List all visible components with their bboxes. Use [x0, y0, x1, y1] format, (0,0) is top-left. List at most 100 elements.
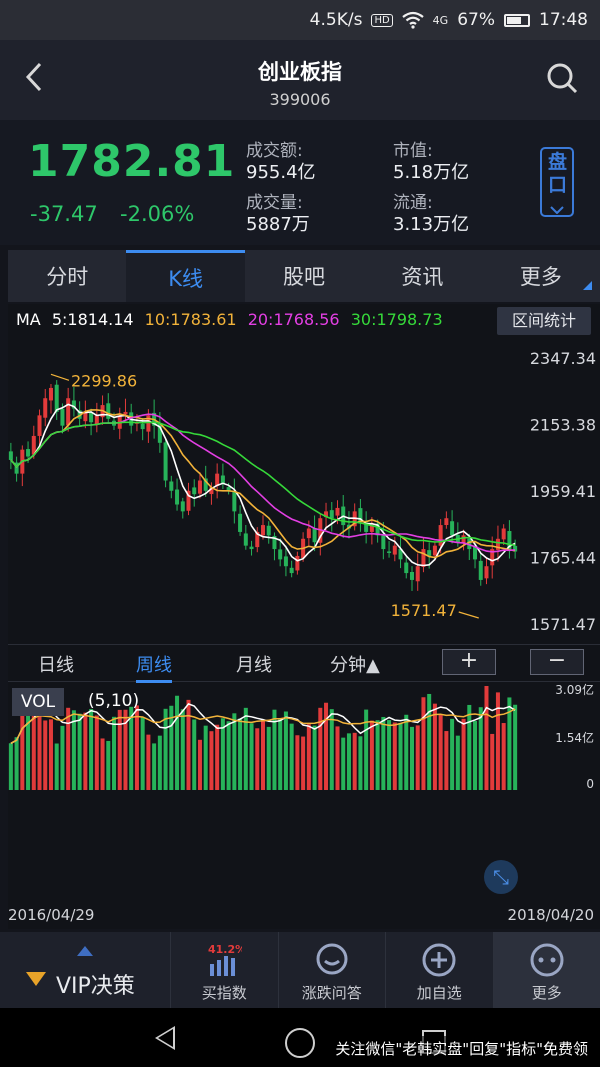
- ma-legend: MA 5:1814.14 10:1783.61 20:1768.56 30:17…: [16, 310, 449, 329]
- volume-bar: [175, 695, 180, 790]
- volume-bar: [112, 716, 117, 790]
- volume-bar: [450, 718, 455, 790]
- zoom-out-button[interactable]: −: [530, 649, 584, 675]
- qa-button[interactable]: 涨跌问答: [277, 932, 386, 1008]
- add-watchlist-button[interactable]: 加自选: [385, 932, 493, 1008]
- candle-body: [450, 521, 455, 536]
- diamond-icon: [26, 972, 46, 986]
- volume-bar: [203, 725, 208, 790]
- volume-bar: [14, 737, 19, 790]
- volume-bar: [157, 735, 162, 790]
- chevron-down-icon: [550, 206, 564, 215]
- volume-bar: [94, 715, 99, 790]
- ma10-value: 10:1783.61: [144, 310, 237, 329]
- more-label: 更多: [531, 984, 562, 1002]
- volume-bar: [398, 723, 403, 790]
- tab-more[interactable]: 更多: [482, 250, 600, 302]
- volume-bar: [501, 723, 506, 790]
- search-icon[interactable]: [546, 62, 578, 94]
- volume-bar: [48, 719, 53, 790]
- kline-chart[interactable]: 2347.34 2153.38 1959.41 1765.44 1571.47 2299.…: [8, 338, 600, 638]
- buy-index-label: 买指数: [201, 984, 247, 1002]
- tab-bar: 分时 K线 股吧 资讯 更多: [8, 250, 600, 302]
- candle-body: [278, 549, 283, 560]
- volume-bar: [375, 720, 380, 790]
- more-button[interactable]: 更多: [492, 932, 600, 1008]
- period-week-tab[interactable]: 周线: [136, 651, 172, 683]
- range-stats-button[interactable]: 区间统计: [497, 307, 591, 335]
- candle-body: [415, 566, 420, 582]
- period-day-tab[interactable]: 日线: [38, 651, 74, 677]
- status-bar: 4.5K/s HD 4G 67% 17:48: [0, 0, 600, 40]
- candle-body: [381, 535, 386, 550]
- candle-body: [438, 525, 443, 546]
- candle-body: [329, 510, 334, 519]
- tab-forum[interactable]: 股吧: [245, 250, 363, 302]
- volume-bar: [100, 738, 105, 790]
- candle-body: [180, 501, 185, 512]
- candle-body: [140, 423, 145, 430]
- volume-bar: [513, 704, 518, 790]
- system-home-icon[interactable]: [285, 1028, 315, 1058]
- volume-bar: [352, 732, 357, 790]
- volume-bar: [106, 740, 111, 790]
- add-watchlist-label: 加自选: [416, 984, 462, 1002]
- candle-body: [94, 415, 99, 425]
- zoom-in-button[interactable]: +: [442, 649, 496, 675]
- volume-bar: [329, 709, 334, 790]
- vol-y-tick-label: 1.54亿: [555, 730, 594, 745]
- volume-bar: [255, 728, 260, 790]
- volume-bar: [209, 731, 214, 790]
- volume-bar: [415, 725, 420, 790]
- period-minute-tab[interactable]: 分钟▲: [330, 651, 380, 677]
- volume-bar: [369, 720, 374, 790]
- page-title: 创业板指: [258, 60, 342, 84]
- volume-bar: [117, 709, 122, 790]
- candle-body: [249, 546, 254, 550]
- ma5-value: 5:1814.14: [51, 310, 134, 329]
- ma-label: MA: [16, 310, 41, 329]
- period-bar: 日线 周线 月线 分钟▲ + −: [8, 644, 600, 683]
- volume-bar: [306, 724, 311, 790]
- pankou-button[interactable]: 盘口: [540, 147, 574, 217]
- buy-index-button[interactable]: 41.2% 买指数: [170, 932, 278, 1008]
- candle-body: [243, 533, 248, 546]
- volume-bar: [346, 733, 351, 790]
- price-change-pct: -2.06%: [120, 202, 195, 226]
- volume-bar: [324, 702, 329, 790]
- volume-bar: [427, 693, 432, 790]
- vol-indicator-button[interactable]: VOL: [12, 688, 64, 716]
- volume-bar: [26, 707, 31, 790]
- candle-body: [387, 551, 392, 553]
- volume-bar: [215, 724, 220, 790]
- low-pointer: [458, 611, 479, 619]
- question-bubble-icon: [316, 943, 348, 975]
- vip-decision-button[interactable]: VIP决策: [0, 932, 170, 1008]
- volume-bar: [484, 686, 489, 790]
- end-date: 2018/04/20: [507, 906, 594, 924]
- candle-body: [163, 442, 168, 481]
- expand-icon[interactable]: ⤡: [484, 860, 518, 894]
- candle-body: [89, 412, 94, 423]
- volume-bar: [438, 715, 443, 790]
- tab-news[interactable]: 资讯: [363, 250, 481, 302]
- volume-bar: [226, 721, 231, 790]
- candle-body: [432, 545, 437, 556]
- volume-bar: [54, 743, 59, 790]
- tab-kline[interactable]: K线: [126, 250, 245, 302]
- volume-bar: [243, 707, 248, 790]
- signal-icon: 4G: [432, 13, 449, 27]
- stock-code: 399006: [269, 90, 331, 109]
- candle-body: [169, 481, 174, 491]
- volume-bar: [301, 736, 306, 790]
- volume-value: 5887万: [246, 214, 310, 235]
- system-back-icon[interactable]: [155, 1026, 175, 1050]
- volume-bar: [60, 725, 65, 790]
- volume-bar: [432, 703, 437, 790]
- candle-body: [238, 513, 243, 532]
- quote-panel: 1782.81 -37.47 -2.06% 成交额: 955.4亿 成交量: 5…: [0, 120, 600, 245]
- candle-body: [66, 398, 71, 426]
- period-month-tab[interactable]: 月线: [236, 651, 272, 677]
- corner-triangle-icon: [583, 281, 593, 290]
- tab-intraday[interactable]: 分时: [8, 250, 126, 302]
